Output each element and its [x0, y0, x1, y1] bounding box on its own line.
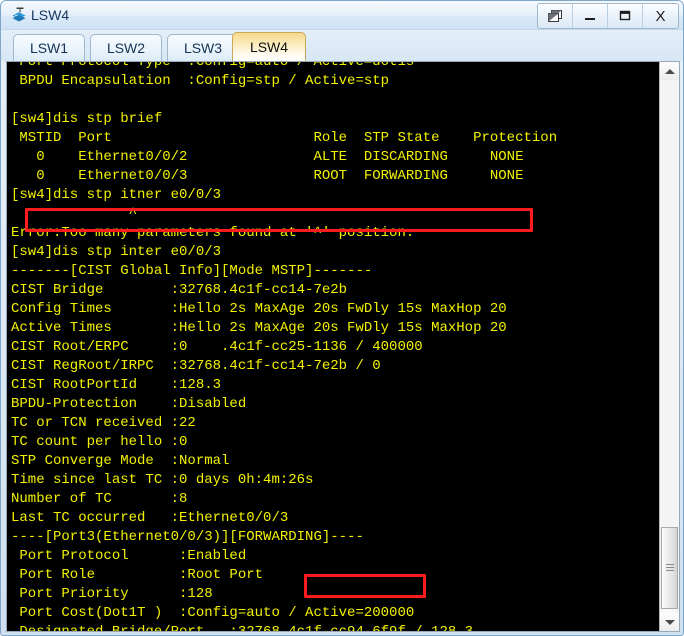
- scroll-up-button[interactable]: [660, 62, 679, 80]
- terminal-line: CIST RegRoot/IRPC :32768.4c1f-cc14-7e2b …: [11, 358, 381, 374]
- terminal-line: [sw4]dis stp itner e0/0/3: [11, 187, 222, 203]
- terminal-line: Time since last TC :0 days 0h:4m:26s: [11, 472, 314, 488]
- tab-lsw4[interactable]: LSW4: [232, 32, 306, 61]
- tab-label: LSW1: [29, 40, 69, 56]
- terminal-line: ----[Port3(Ethernet0/0/3)][FORWARDING]--…: [11, 529, 364, 545]
- terminal-line: Port Protocol Type :Config=auto / Active…: [11, 62, 415, 70]
- scrollbar-track[interactable]: [660, 80, 679, 527]
- terminal-line: Config Times :Hello 2s MaxAge 20s FwDly …: [11, 301, 507, 317]
- terminal-line: Port Cost(Dot1T ) :Config=auto / Active=…: [11, 605, 415, 621]
- terminal-line: -------[CIST Global Info][Mode MSTP]----…: [11, 263, 373, 279]
- title-bar[interactable]: LSW4 X: [1, 1, 683, 30]
- terminal-line: [sw4]dis stp inter e0/0/3: [11, 244, 222, 260]
- terminal-line: TC count per hello :0: [11, 434, 188, 450]
- terminal-line: MSTID Port Role STP State Protection: [11, 130, 558, 146]
- minimize-icon: [582, 9, 598, 23]
- terminal-line: 0 Ethernet0/0/3 ROOT FORWARDING NONE: [11, 168, 524, 184]
- terminal-line: CIST RootPortId :128.3: [11, 377, 222, 393]
- restore-windows-icon: [547, 9, 563, 23]
- terminal-line: CIST Bridge :32768.4c1f-cc14-7e2b: [11, 282, 348, 298]
- terminal-line: Designated Bridge/Port :32768.4c1f-cc94-…: [11, 623, 557, 631]
- terminal-line: BPDU Encapsulation :Config=stp / Active=…: [11, 73, 390, 89]
- maximize-button[interactable]: [608, 4, 643, 28]
- restore-cascade-button[interactable]: [538, 4, 573, 28]
- terminal-line: Last TC occurred :Ethernet0/0/3: [11, 510, 289, 526]
- scroll-down-icon: [664, 619, 675, 625]
- terminal-line: Active Times :Hello 2s MaxAge 20s FwDly …: [11, 320, 507, 336]
- close-icon: X: [655, 7, 666, 25]
- tab-lsw3[interactable]: LSW3: [167, 34, 239, 61]
- terminal-vertical-scrollbar[interactable]: [659, 62, 679, 631]
- window-title: LSW4: [31, 7, 70, 23]
- terminal-text: Port Protocol Type :Config=auto / Active…: [11, 62, 557, 631]
- scroll-up-icon: [664, 68, 675, 74]
- window-controls: X: [537, 3, 679, 29]
- terminal-line: STP Converge Mode :Normal: [11, 453, 230, 469]
- close-button[interactable]: X: [643, 4, 678, 28]
- device-tab-bar: LSW1 LSW2 LSW3 LSW4: [1, 30, 683, 61]
- terminal-line: Error:Too many parameters found at '^' p…: [11, 225, 415, 241]
- scrollbar-thumb[interactable]: [661, 527, 678, 609]
- terminal-line: CIST Root/ERPC :0 .4c1f-cc25-1136 / 4000…: [11, 339, 423, 355]
- tab-lsw2[interactable]: LSW2: [90, 34, 162, 61]
- minimize-button[interactable]: [573, 4, 608, 28]
- terminal-line: [sw4]dis stp brief: [11, 111, 163, 127]
- scroll-down-button[interactable]: [660, 613, 679, 631]
- terminal-panel: Port Protocol Type :Config=auto / Active…: [6, 61, 680, 632]
- switch-device-icon: [10, 6, 28, 24]
- terminal-line: Number of TC :8: [11, 491, 188, 507]
- tab-label: LSW2: [106, 40, 146, 56]
- tab-label: LSW3: [183, 40, 223, 56]
- terminal-output-area[interactable]: Port Protocol Type :Config=auto / Active…: [7, 62, 659, 631]
- terminal-line: BPDU-Protection :Disabled: [11, 396, 247, 412]
- terminal-line: 0 Ethernet0/0/2 ALTE DISCARDING NONE: [11, 149, 524, 165]
- tab-lsw1[interactable]: LSW1: [13, 34, 85, 61]
- terminal-line: ^: [11, 206, 138, 222]
- terminal-line: Port Protocol :Enabled: [11, 548, 247, 564]
- terminal-line: Port Priority :128: [11, 586, 213, 602]
- terminal-line: TC or TCN received :22: [11, 415, 196, 431]
- maximize-icon: [617, 9, 633, 23]
- terminal-line: Port Role :Root Port: [11, 567, 264, 583]
- terminal-window: LSW4 X LSW1 LSW2 LSW3 LSW4 Port Protocol…: [0, 0, 684, 636]
- scrollbar-grip-icon: [666, 564, 674, 572]
- tab-label: LSW4: [249, 39, 289, 55]
